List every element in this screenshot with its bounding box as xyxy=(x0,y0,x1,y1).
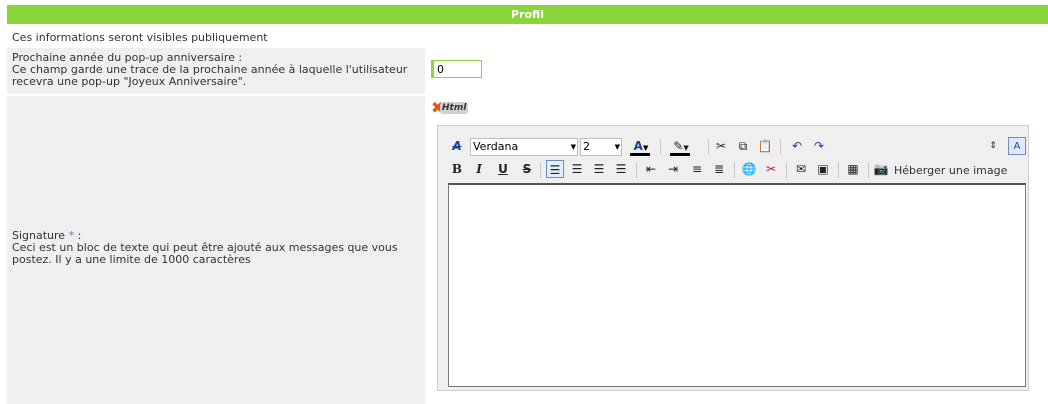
insert-file-icon[interactable]: ✉ xyxy=(792,160,810,178)
remove-link-icon[interactable]: ✂ xyxy=(762,160,780,178)
wysiwyg-editor: A Verdana ▼ 2 ▼ A▼ ✎▼ ✂ ⧉ 📋 ↶ ↷ ⇕ A B I U … xyxy=(437,125,1029,391)
signature-label: Signature * : Ceci est un bloc de texte … xyxy=(12,230,424,266)
insert-image-icon[interactable]: ▣ xyxy=(814,160,832,178)
chevron-down-icon: ▼ xyxy=(570,143,576,151)
text-color-swatch xyxy=(630,153,650,156)
font-family-select[interactable]: Verdana ▼ xyxy=(470,138,578,156)
font-size-select[interactable]: 2 ▼ xyxy=(580,138,622,156)
undo-icon[interactable]: ↶ xyxy=(788,137,806,155)
chevron-down-icon: ▼ xyxy=(614,143,620,151)
italic-button[interactable]: I xyxy=(470,160,488,178)
remove-format-icon[interactable]: A xyxy=(448,137,466,155)
birthday-help: Ce champ garde une trace de la prochaine… xyxy=(12,63,408,88)
redo-icon[interactable]: ↷ xyxy=(810,137,828,155)
host-image-button[interactable]: Héberger une image xyxy=(894,164,1007,177)
insert-link-icon[interactable]: 🌐 xyxy=(740,160,758,178)
highlight-color-swatch xyxy=(670,153,690,156)
signature-textarea[interactable] xyxy=(448,183,1026,387)
toolbar-separator xyxy=(708,139,709,155)
camera-icon[interactable]: 📷 xyxy=(872,160,890,178)
insert-table-icon[interactable]: ▦ xyxy=(844,160,862,178)
bold-button[interactable]: B xyxy=(448,160,466,178)
toolbar-separator xyxy=(636,162,637,178)
paste-icon[interactable]: 📋 xyxy=(756,137,774,155)
toolbar-separator xyxy=(868,162,869,178)
editor-toolbar-top: A Verdana ▼ 2 ▼ A▼ ✎▼ ✂ ⧉ 📋 ↶ ↷ ⇕ A xyxy=(448,137,1026,157)
editor-toolbar-bottom: B I U S ☰ ☰ ☰ ☰ ⇤ ⇥ ≡ ≣ 🌐 ✂ ✉ ▣ ▦ 📷 Hébe… xyxy=(448,160,1026,180)
align-left-icon[interactable]: ☰ xyxy=(546,160,564,178)
cut-icon[interactable]: ✂ xyxy=(712,137,730,155)
numbered-list-icon[interactable]: ≡ xyxy=(688,160,706,178)
signature-help: Ceci est un bloc de texte qui peut être … xyxy=(12,241,398,266)
intro-text: Ces informations seront visibles publiqu… xyxy=(12,31,268,44)
signature-label-cell: Signature * : Ceci est un bloc de texte … xyxy=(7,96,425,404)
toolbar-separator xyxy=(660,139,661,155)
outdent-icon[interactable]: ⇤ xyxy=(642,160,660,178)
toolbar-separator xyxy=(540,162,541,178)
resize-arrows-icon[interactable]: ⇕ xyxy=(984,137,1002,155)
align-right-icon[interactable]: ☰ xyxy=(590,160,608,178)
toggle-mode-icon[interactable]: A xyxy=(1008,137,1026,155)
birthday-label: Prochaine année du pop-up anniversaire :… xyxy=(12,52,424,88)
toolbar-separator xyxy=(780,139,781,155)
underline-button[interactable]: U xyxy=(494,160,512,178)
align-center-icon[interactable]: ☰ xyxy=(568,160,586,178)
birthday-label-cell: Prochaine année du pop-up anniversaire :… xyxy=(7,48,425,94)
align-justify-icon[interactable]: ☰ xyxy=(612,160,630,178)
font-family-value: Verdana xyxy=(473,140,519,153)
birthday-input-wrap xyxy=(431,60,482,78)
section-header: Profil xyxy=(7,5,1048,24)
indent-icon[interactable]: ⇥ xyxy=(664,160,682,178)
bullet-list-icon[interactable]: ≣ xyxy=(710,160,728,178)
toolbar-separator xyxy=(734,162,735,178)
toolbar-separator xyxy=(786,162,787,178)
profile-panel: Profil Ces informations seront visibles … xyxy=(7,5,1048,404)
copy-icon[interactable]: ⧉ xyxy=(734,137,752,155)
html-badge-text: Html xyxy=(440,102,469,114)
font-size-value: 2 xyxy=(583,140,590,153)
strikethrough-button[interactable]: S xyxy=(518,160,536,178)
birthday-year-input[interactable] xyxy=(431,60,482,78)
toolbar-separator xyxy=(838,162,839,178)
